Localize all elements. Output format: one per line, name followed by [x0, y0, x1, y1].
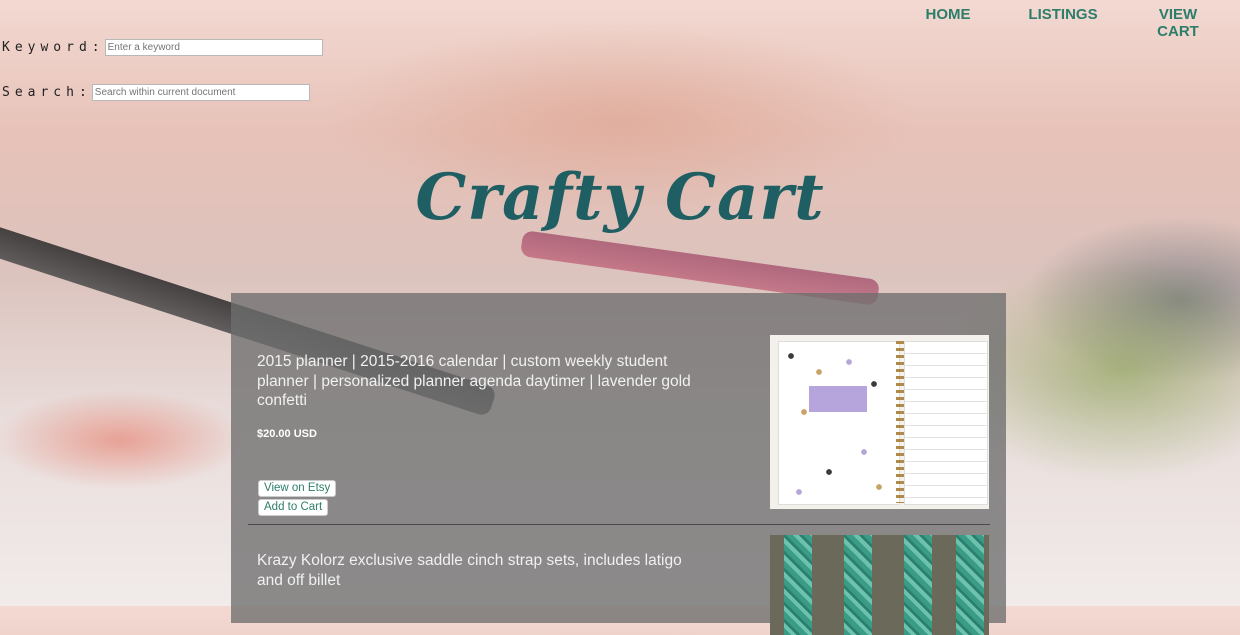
listings-panel: 2015 planner | 2015-2016 calendar | cust… — [231, 293, 1006, 635]
search-row: Search: — [2, 84, 310, 101]
listing-title: Krazy Kolorz exclusive saddle cinch stra… — [257, 552, 682, 589]
keyword-label: Keyword: — [2, 40, 105, 55]
view-on-etsy-button[interactable]: View on Etsy — [258, 480, 337, 497]
strap-graphic — [784, 535, 812, 635]
spiral-graphic — [896, 341, 904, 503]
keyword-input[interactable] — [104, 39, 323, 56]
search-label: Search: — [2, 85, 92, 100]
site-logo: Crafty Cart — [415, 160, 825, 235]
nav-home-link[interactable]: HOME — [918, 6, 978, 40]
top-nav: HOME LISTINGS VIEW CART — [918, 6, 1218, 40]
listing-price: $20.00 USD — [257, 428, 317, 440]
listing-title: 2015 planner | 2015-2016 calendar | cust… — [257, 353, 691, 409]
nav-listings-link[interactable]: LISTINGS — [1028, 6, 1098, 40]
add-to-cart-button[interactable]: Add to Cart — [258, 499, 329, 516]
nav-view-cart-link[interactable]: VIEW CART — [1138, 6, 1218, 40]
listing-item: Krazy Kolorz exclusive saddle cinch stra… — [231, 525, 1006, 635]
strap-graphic — [904, 535, 932, 635]
listing-item: 2015 planner | 2015-2016 calendar | cust… — [231, 293, 1006, 525]
listing-image[interactable] — [770, 535, 989, 635]
strap-graphic — [956, 535, 984, 635]
planner-cover-graphic — [778, 341, 900, 505]
planner-label-graphic — [809, 386, 867, 412]
listing-image[interactable] — [770, 335, 989, 509]
search-input[interactable] — [91, 84, 310, 101]
strap-graphic — [844, 535, 872, 635]
keyword-row: Keyword: — [2, 39, 323, 56]
planner-page-graphic — [904, 341, 988, 505]
